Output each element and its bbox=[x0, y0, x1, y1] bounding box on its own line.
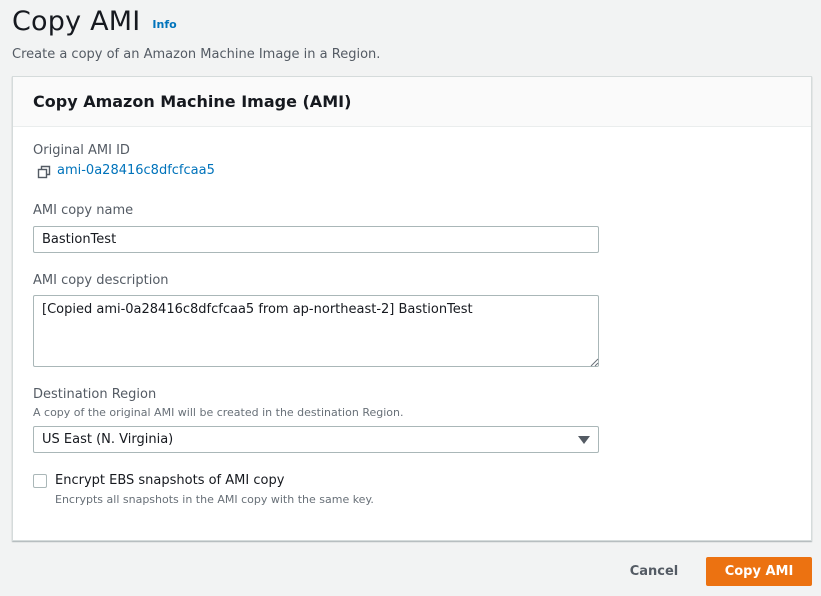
cancel-button[interactable]: Cancel bbox=[616, 557, 692, 586]
original-ami-id-link[interactable]: ami-0a28416c8dfcfcaa5 bbox=[57, 163, 215, 178]
ami-copy-name-label: AMI copy name bbox=[33, 203, 134, 218]
encrypt-ebs-description: Encrypts all snapshots in the AMI copy w… bbox=[55, 493, 374, 506]
ami-copy-description-label: AMI copy description bbox=[33, 273, 169, 288]
panel-title: Copy Amazon Machine Image (AMI) bbox=[33, 92, 352, 111]
page-subtitle: Create a copy of an Amazon Machine Image… bbox=[12, 47, 381, 62]
panel-header: Copy Amazon Machine Image (AMI) bbox=[13, 77, 811, 127]
destination-region-label: Destination Region bbox=[33, 387, 157, 402]
copy-ami-page: Copy AMI Info Create a copy of an Amazon… bbox=[0, 0, 821, 596]
original-ami-row: ami-0a28416c8dfcfcaa5 bbox=[37, 163, 215, 178]
page-header: Copy AMI Info bbox=[12, 6, 177, 37]
resize-grip-icon[interactable] bbox=[590, 358, 599, 367]
page-title: Copy AMI bbox=[12, 6, 141, 37]
destination-region-description: A copy of the original AMI will be creat… bbox=[33, 406, 404, 419]
copy-ami-button[interactable]: Copy AMI bbox=[706, 557, 812, 586]
original-ami-label: Original AMI ID bbox=[33, 143, 130, 158]
caret-down-icon bbox=[578, 435, 590, 444]
ami-copy-description-textarea[interactable]: [Copied ami-0a28416c8dfcfcaa5 from ap-no… bbox=[33, 295, 599, 367]
encrypt-ebs-label: Encrypt EBS snapshots of AMI copy bbox=[55, 473, 285, 488]
ami-copy-name-input[interactable] bbox=[33, 226, 599, 253]
info-link[interactable]: Info bbox=[152, 18, 176, 31]
destination-region-value: US East (N. Virginia) bbox=[42, 432, 174, 447]
copy-ami-panel: Copy Amazon Machine Image (AMI) Original… bbox=[12, 76, 812, 541]
copy-icon[interactable] bbox=[37, 164, 51, 178]
encrypt-ebs-checkbox[interactable] bbox=[33, 474, 47, 488]
destination-region-select[interactable]: US East (N. Virginia) bbox=[33, 426, 599, 453]
